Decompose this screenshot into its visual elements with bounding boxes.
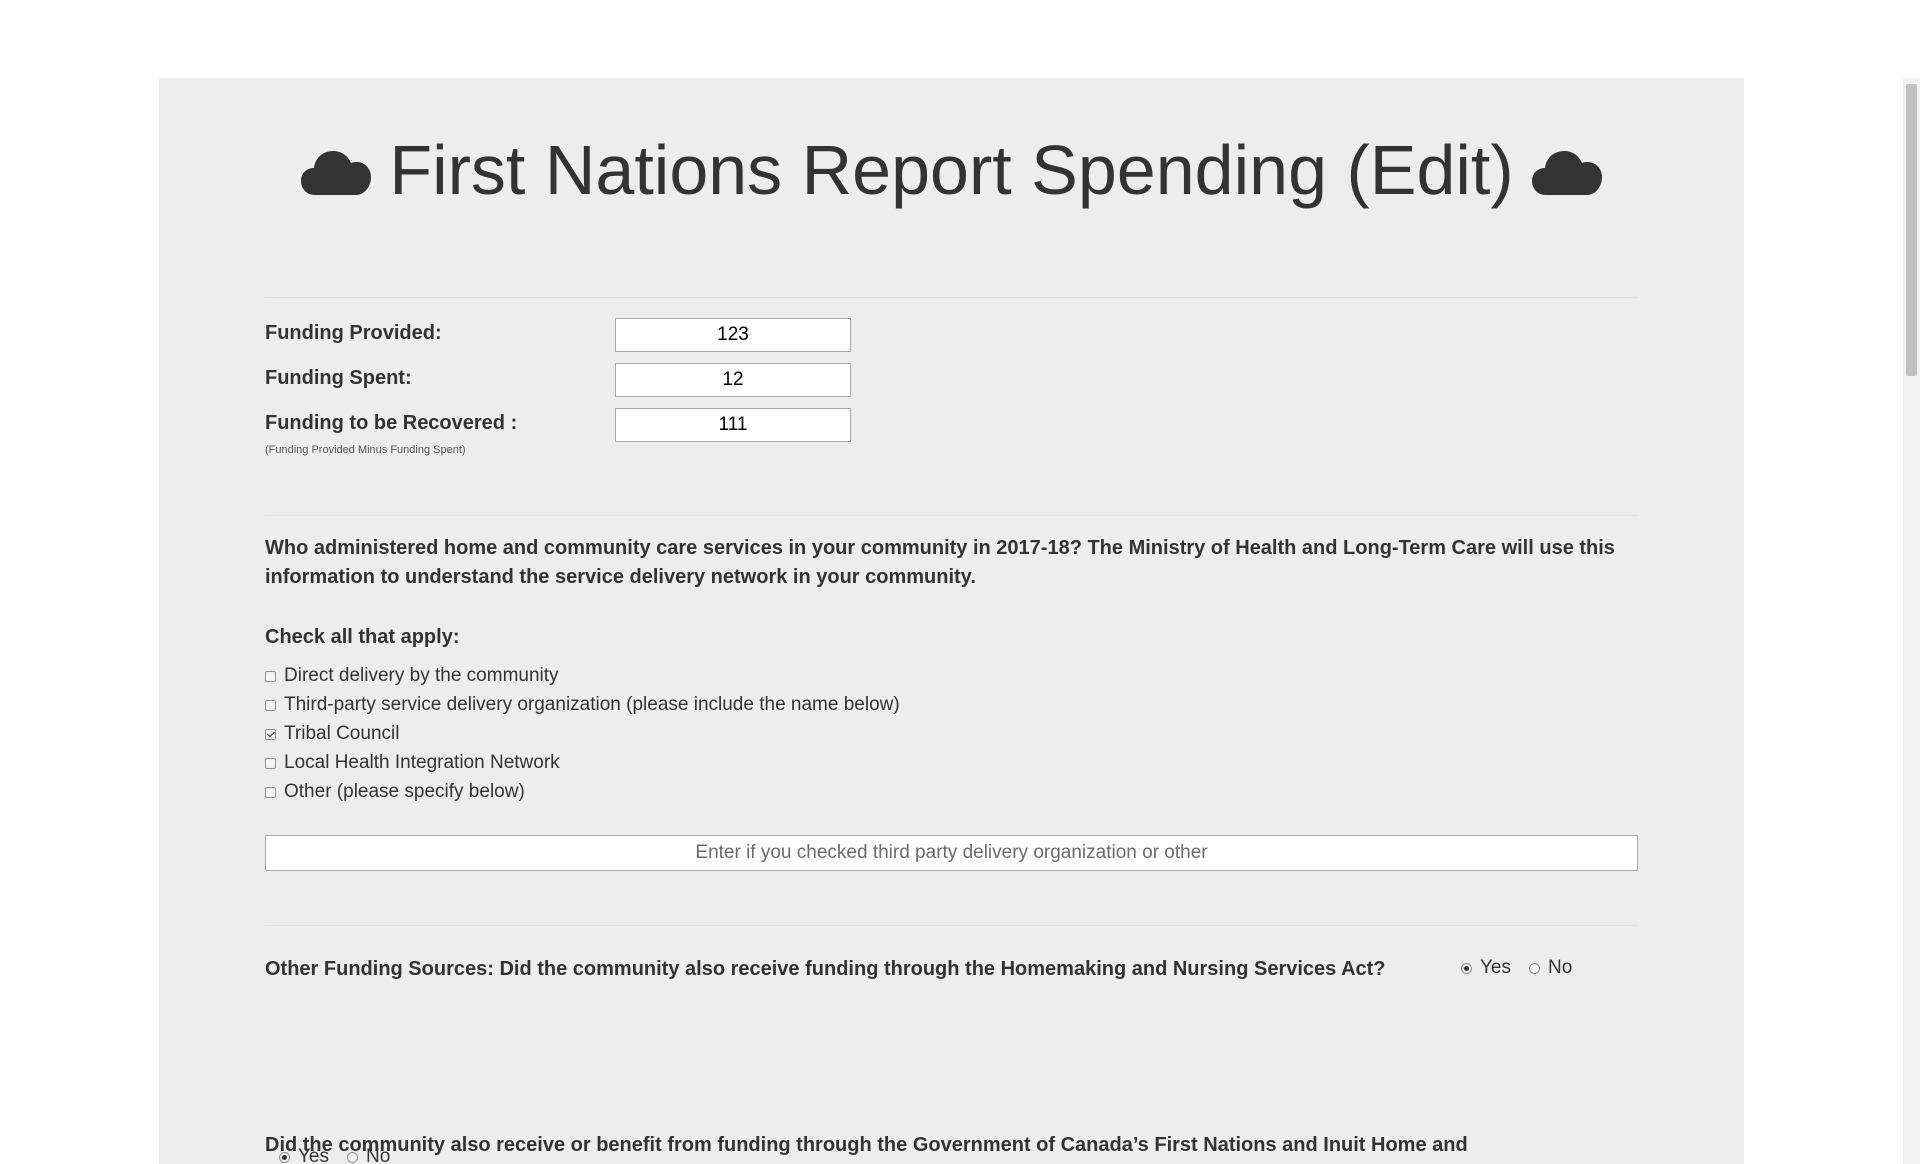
radio-no[interactable]: [347, 1151, 358, 1163]
scrollbar-thumb[interactable]: [1906, 84, 1917, 376]
radio-label: No: [366, 1146, 391, 1164]
radio-label: Yes: [1480, 957, 1511, 978]
cloud-icon: [1531, 147, 1602, 197]
federal-funding-no[interactable]: No: [347, 1146, 390, 1164]
option-other[interactable]: Other (please specify below): [265, 781, 525, 803]
federal-funding-yes[interactable]: Yes: [279, 1146, 329, 1164]
radio-label: No: [1548, 957, 1573, 978]
option-label: Tribal Council: [284, 723, 400, 744]
checkbox-direct-delivery[interactable]: [265, 670, 276, 682]
page-title: First Nations Report Spending (Edit): [159, 130, 1744, 210]
funding-recovered-input[interactable]: [615, 408, 851, 442]
other-funding-question: Other Funding Sources: Did the community…: [265, 958, 1386, 980]
radio-no[interactable]: [1529, 962, 1540, 974]
option-label: Local Health Integration Network: [284, 752, 560, 773]
cloud-icon: [301, 147, 372, 197]
divider: [265, 925, 1638, 926]
option-label: Other (please specify below): [284, 781, 525, 802]
option-label: Direct delivery by the community: [284, 665, 559, 686]
check-all-label: Check all that apply:: [265, 626, 460, 648]
checkbox-tribal-council[interactable]: [265, 728, 276, 740]
funding-spent-label: Funding Spent:: [265, 367, 412, 389]
checkbox-third-party[interactable]: [265, 699, 276, 711]
other-funding-radio-group: Yes No: [1461, 957, 1590, 979]
option-third-party[interactable]: Third-party service delivery organizatio…: [265, 694, 900, 716]
funding-recovered-label: Funding to be Recovered :: [265, 412, 518, 434]
funding-provided-input[interactable]: [615, 318, 851, 352]
checkbox-other[interactable]: [265, 786, 276, 798]
divider: [265, 515, 1638, 516]
radio-yes[interactable]: [279, 1151, 290, 1163]
option-tribal-council[interactable]: Tribal Council: [265, 723, 399, 745]
funding-recovered-note: (Funding Provided Minus Funding Spent): [265, 444, 466, 456]
option-label: Third-party service delivery organizatio…: [284, 694, 900, 715]
other-organization-input[interactable]: [265, 835, 1638, 871]
checkbox-lhin[interactable]: [265, 757, 276, 769]
funding-provided-label: Funding Provided:: [265, 322, 442, 344]
administered-question: Who administered home and community care…: [265, 537, 1615, 588]
page-title-text: First Nations Report Spending (Edit): [389, 131, 1514, 209]
radio-yes[interactable]: [1461, 962, 1472, 974]
other-funding-yes[interactable]: Yes: [1461, 957, 1511, 979]
vertical-scrollbar[interactable]: [1903, 78, 1920, 1164]
other-funding-no[interactable]: No: [1529, 957, 1572, 979]
option-lhin[interactable]: Local Health Integration Network: [265, 752, 560, 774]
form-panel: First Nations Report Spending (Edit) Fun…: [159, 78, 1744, 1164]
federal-funding-question: Did the community also receive or benefi…: [265, 1134, 1468, 1156]
divider: [265, 297, 1638, 298]
radio-label: Yes: [298, 1146, 329, 1164]
funding-spent-input[interactable]: [615, 363, 851, 397]
federal-funding-radio-group: Yes No: [279, 1146, 408, 1164]
option-direct-delivery[interactable]: Direct delivery by the community: [265, 665, 559, 687]
